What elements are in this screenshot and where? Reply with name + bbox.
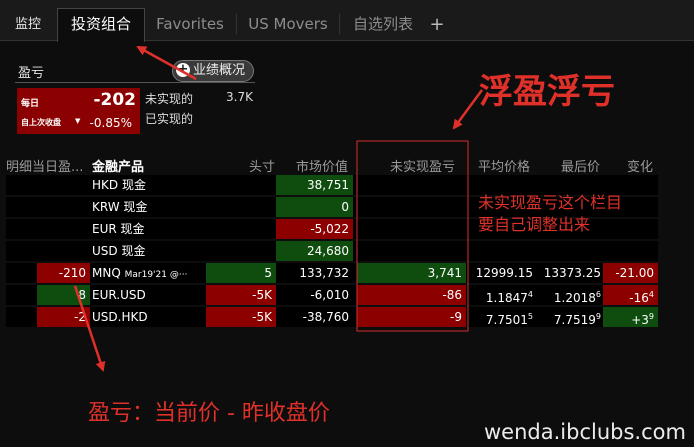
arrow-to-portfolio-tab xyxy=(136,45,197,81)
pnl-formula-annotation: 盈亏：当前价 - 昨收盘价 xyxy=(88,401,330,426)
unrealized-highlight-box xyxy=(356,140,469,332)
arrow-to-unrealized-column xyxy=(452,89,484,130)
floating-pnl-annotation: 浮盈浮亏 xyxy=(479,72,615,112)
unrealized-note-line2: 要自己调整出来 xyxy=(478,215,591,234)
arrow-to-pnl-formula xyxy=(73,285,106,372)
watermark: wenda.ibclubs.com xyxy=(484,420,686,444)
unrealized-note-line1: 未实现盈亏这个栏目 xyxy=(478,193,623,212)
